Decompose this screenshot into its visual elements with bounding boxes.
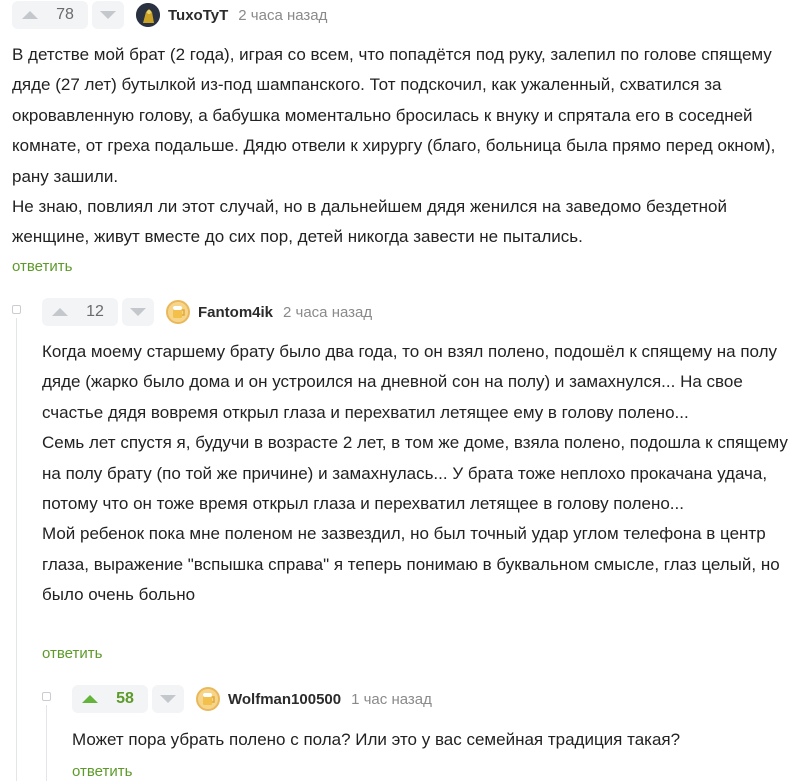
comment-text: В детстве мой брат (2 года), играя со вс… [12, 40, 802, 253]
comment-paragraph: Может пора убрать полено с пола? Или это… [72, 730, 681, 749]
rating-count: 78 [56, 6, 74, 23]
comment-header: 12 Fantom4ik 2 часа назад [42, 297, 812, 327]
comment-text: Может пора убрать полено с пола? Или это… [72, 725, 802, 755]
avatar[interactable] [136, 3, 160, 27]
reply-link[interactable]: ответить [42, 645, 102, 662]
timestamp: 2 часа назад [238, 6, 328, 24]
comment-paragraph: Мой ребенок пока мне поленом не зазвезди… [42, 524, 780, 605]
comment: 78 TuxoTyT 2 часа назад В детстве мой бр… [0, 0, 812, 275]
rating-box: 78 [12, 1, 88, 29]
avatar-image [203, 693, 215, 705]
rating-box: 12 [42, 298, 118, 326]
downvote-arrow-icon [100, 11, 116, 19]
comment-header: 78 TuxoTyT 2 часа назад [12, 0, 812, 30]
timestamp: 1 час назад [351, 690, 432, 708]
comment: 58 Wolfman100500 1 час назад Может пора … [0, 682, 812, 780]
comment-text: Когда моему старшему брату было два года… [42, 337, 802, 611]
rating-count: 58 [116, 690, 134, 707]
reply-link[interactable]: ответить [72, 763, 132, 780]
downvote-button[interactable] [92, 1, 124, 29]
avatar-image [173, 306, 185, 318]
downvote-arrow-icon [130, 308, 146, 316]
username[interactable]: Wolfman100500 [228, 691, 341, 708]
comment-paragraph: В детстве мой брат (2 года), играя со вс… [12, 45, 776, 186]
upvote-arrow-icon[interactable] [82, 695, 98, 703]
comment-header: 58 Wolfman100500 1 час назад [72, 684, 812, 714]
upvote-arrow-icon[interactable] [52, 308, 68, 316]
downvote-arrow-icon [160, 695, 176, 703]
downvote-button[interactable] [122, 298, 154, 326]
rating-box: 58 [72, 685, 148, 713]
comment-paragraph: Семь лет спустя я, будучи в возрасте 2 л… [42, 433, 788, 514]
comment: 12 Fantom4ik 2 часа назад Когда моему ст… [0, 295, 812, 662]
timestamp: 2 часа назад [283, 303, 373, 321]
comment-paragraph: Не знаю, повлиял ли этот случай, но в да… [12, 197, 727, 247]
avatar-image [136, 3, 160, 27]
comment-paragraph: Когда моему старшему брату было два года… [42, 342, 778, 422]
downvote-button[interactable] [152, 685, 184, 713]
thread-line[interactable] [46, 705, 47, 781]
avatar[interactable] [196, 687, 220, 711]
username[interactable]: Fantom4ik [198, 304, 273, 321]
rating-count: 12 [86, 303, 104, 320]
reply-link[interactable]: ответить [12, 258, 72, 275]
username[interactable]: TuxoTyT [168, 7, 228, 24]
upvote-arrow-icon[interactable] [22, 11, 38, 19]
avatar[interactable] [166, 300, 190, 324]
